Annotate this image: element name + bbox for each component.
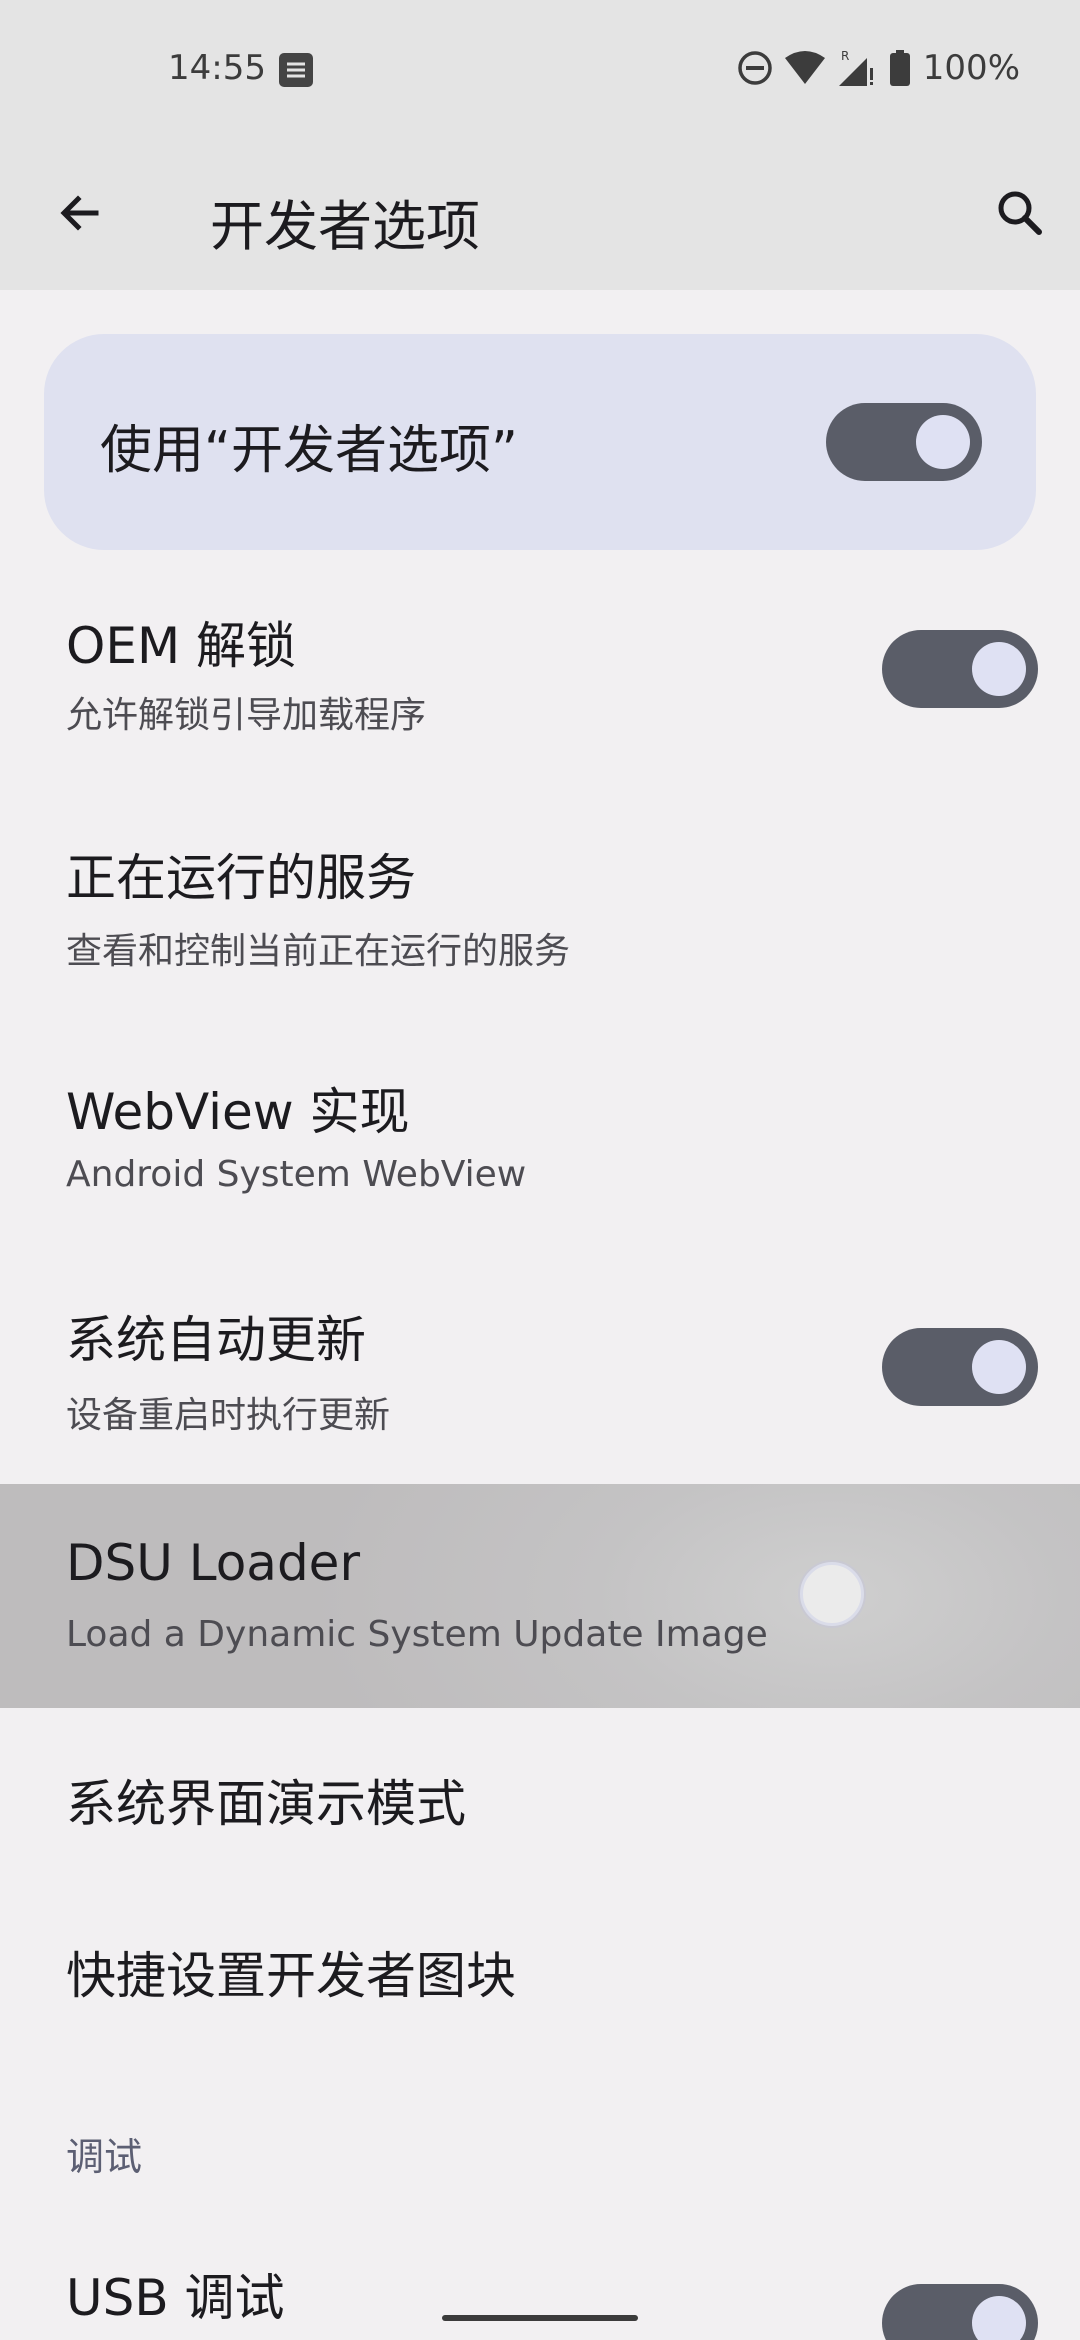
setting-title: USB 调试 xyxy=(66,2269,285,2327)
setting-automatic-system-updates[interactable]: 系统自动更新 设备重启时执行更新 xyxy=(0,1288,1080,1484)
setting-subtitle: 查看和控制当前正在运行的服务 xyxy=(66,931,571,972)
setting-dsu-loader[interactable]: DSU Loader Load a Dynamic System Update … xyxy=(0,1484,1080,1708)
app-bar: 开发者选项 xyxy=(0,140,1080,290)
signal-icon: R xyxy=(837,48,877,88)
setting-subtitle: 允许解锁引导加载程序 xyxy=(66,695,427,736)
search-icon xyxy=(995,188,1045,242)
developer-options-master-toggle[interactable]: 使用“开发者选项” xyxy=(44,334,1036,550)
status-icons: R 100% xyxy=(737,46,1020,90)
setting-title: 正在运行的服务 xyxy=(66,849,416,907)
oem-unlock-switch[interactable] xyxy=(882,630,1038,708)
setting-subtitle: 设备重启时执行更新 xyxy=(66,1395,391,1436)
touch-indicator xyxy=(800,1562,864,1626)
status-bar: 14:55 R 100% xyxy=(0,0,1080,140)
switch-thumb xyxy=(972,2296,1026,2340)
search-button[interactable] xyxy=(980,175,1060,255)
page-title: 开发者选项 xyxy=(210,195,480,258)
master-toggle-label: 使用“开发者选项” xyxy=(100,421,518,481)
dnd-icon xyxy=(737,50,773,86)
status-time: 14:55 xyxy=(168,48,266,88)
setting-subtitle: Android System WebView xyxy=(66,1154,527,1195)
setting-title: DSU Loader xyxy=(66,1534,360,1592)
setting-webview-implementation[interactable]: WebView 实现 Android System WebView xyxy=(0,1058,1080,1258)
setting-title: WebView 实现 xyxy=(66,1083,410,1141)
switch-thumb xyxy=(916,415,970,469)
setting-oem-unlock[interactable]: OEM 解锁 允许解锁引导加载程序 xyxy=(0,590,1080,800)
setting-title: 系统自动更新 xyxy=(66,1311,366,1369)
battery-icon xyxy=(889,50,911,86)
battery-percentage: 100% xyxy=(922,48,1020,88)
usb-debugging-switch[interactable] xyxy=(882,2284,1038,2340)
master-toggle-switch[interactable] xyxy=(826,403,982,481)
setting-title: OEM 解锁 xyxy=(66,617,296,675)
arrow-back-icon xyxy=(56,189,104,241)
svg-text:R: R xyxy=(841,49,849,63)
screen: 14:55 R 100% 开发者选项 使用“开发者选项” OEM 解锁 允许解锁… xyxy=(0,0,1080,2340)
switch-thumb xyxy=(972,1340,1026,1394)
back-button[interactable] xyxy=(40,175,120,255)
navigation-handle[interactable] xyxy=(442,2315,638,2321)
notification-icon xyxy=(278,52,314,88)
setting-title: 快捷设置开发者图块 xyxy=(66,1947,516,2005)
setting-subtitle: Load a Dynamic System Update Image xyxy=(66,1614,768,1655)
automatic-updates-switch[interactable] xyxy=(882,1328,1038,1406)
setting-title: 系统界面演示模式 xyxy=(66,1775,466,1833)
section-header-debugging: 调试 xyxy=(66,2135,143,2179)
setting-quick-settings-tiles[interactable]: 快捷设置开发者图块 xyxy=(0,1900,1080,2050)
wifi-icon xyxy=(784,50,825,86)
setting-running-services[interactable]: 正在运行的服务 查看和控制当前正在运行的服务 xyxy=(0,824,1080,1024)
setting-usb-debugging[interactable]: USB 调试 xyxy=(0,2240,1080,2340)
setting-system-ui-demo-mode[interactable]: 系统界面演示模式 xyxy=(0,1730,1080,1880)
switch-thumb xyxy=(972,642,1026,696)
